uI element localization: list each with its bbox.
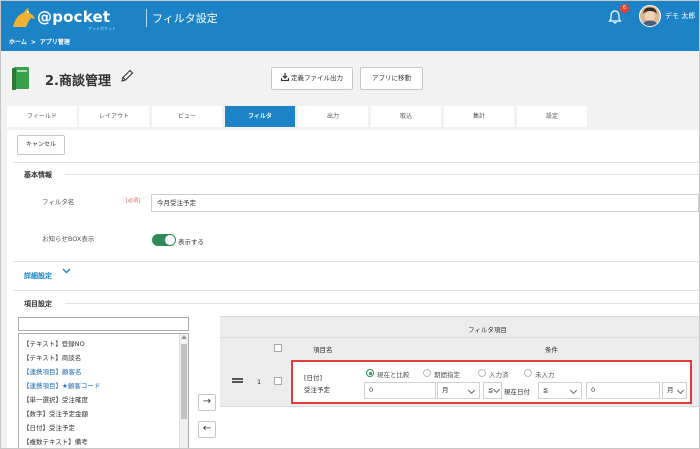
radio-period-label: 期間指定 — [434, 371, 460, 379]
operator-select-2[interactable]: ≦ — [538, 382, 582, 399]
offset-value-input[interactable]: 0 — [364, 382, 436, 399]
chevron-down-icon — [467, 386, 476, 395]
radio-compare-now[interactable] — [366, 369, 374, 377]
tab-field[interactable]: フィールド — [7, 106, 77, 127]
operator-select-1-caret[interactable] — [484, 382, 501, 399]
breadcrumb: ホーム > アプリ管理 — [9, 37, 74, 46]
unit-select-1[interactable]: 月 — [437, 382, 480, 399]
download-icon — [280, 73, 290, 82]
select-all-checkbox[interactable] — [274, 344, 282, 352]
notice-box-toggle[interactable] — [152, 234, 176, 246]
notice-box-toggle-label: 表示する — [178, 238, 204, 246]
tab-import[interactable]: 取込 — [371, 106, 441, 127]
list-item[interactable]: 【テキスト】商談名 — [23, 352, 81, 362]
logo-text: @pocket — [37, 8, 111, 26]
tab-layout[interactable]: レイアウト — [79, 106, 149, 127]
row-index: 1 — [257, 378, 262, 386]
field-type-label: [日付] — [304, 374, 323, 382]
column-item-name: 項目名 — [313, 346, 333, 354]
cancel-button[interactable]: キャンセル — [17, 135, 65, 155]
page-title: 2.商談管理 — [45, 74, 111, 89]
item-settings-heading: 項目設定 — [24, 300, 52, 308]
radio-entered-label: 入力済 — [489, 371, 509, 379]
list-item[interactable]: 【日付】受注予定 — [23, 422, 75, 432]
divider — [13, 261, 699, 262]
filter-table-title: フィルタ項目 — [468, 326, 507, 334]
arrow-right-icon: → — [202, 396, 212, 407]
toggle-knob — [165, 235, 175, 245]
list-item[interactable]: 【単一選択】受注確度 — [23, 394, 88, 404]
app-frame: @pocket アットポケット フィルタ設定 ホーム > アプリ管理 6 デモ 太郎… — [0, 0, 700, 449]
divider — [13, 290, 699, 291]
filter-table-columns: 項目名 条件 — [220, 337, 699, 359]
scroll-thumb[interactable] — [181, 344, 187, 419]
remove-item-button[interactable]: ← — [198, 421, 216, 438]
radio-entered[interactable] — [478, 369, 486, 377]
filter-table-header: フィルタ項目 — [220, 316, 699, 338]
available-items-list[interactable]: 【テキスト】登録NO 【テキスト】商談名 【連携項目】顧客名 【連携項目】★顧客… — [18, 333, 189, 448]
operator-select-2-value: ≦ — [543, 386, 549, 394]
app-header: @pocket アットポケット フィルタ設定 ホーム > アプリ管理 6 デモ 太郎 — [1, 1, 699, 51]
required-badge: [必須] — [126, 198, 140, 204]
user-name[interactable]: デモ 太郎 — [665, 11, 695, 21]
tab-filter[interactable]: フィルタ — [225, 106, 295, 127]
user-avatar[interactable] — [639, 5, 661, 27]
list-scrollbar[interactable] — [179, 334, 188, 448]
kangaroo-logo-icon — [13, 8, 35, 27]
chevron-down-icon[interactable] — [62, 267, 71, 275]
list-item[interactable]: 【数字】受注予定金額 — [23, 408, 88, 418]
list-item[interactable]: 【複数テキスト】備考 — [23, 436, 88, 446]
breadcrumb-app-admin[interactable]: アプリ管理 — [40, 39, 70, 46]
book-icon — [12, 67, 29, 90]
move-to-app-button[interactable]: アプリに移動 — [360, 67, 423, 90]
avatar-face-icon — [640, 6, 660, 26]
column-condition: 条件 — [545, 346, 558, 354]
item-search-input[interactable] — [18, 317, 189, 331]
export-definition-label: 定義ファイル出力 — [291, 74, 343, 82]
notification-badge: 6 — [620, 4, 629, 13]
divider — [13, 162, 699, 163]
advanced-settings-link[interactable]: 詳細設定 — [24, 271, 52, 281]
radio-empty[interactable] — [524, 369, 532, 377]
list-item[interactable]: 【テキスト】登録NO — [23, 338, 85, 348]
field-name-label: 受注予定 — [304, 386, 330, 394]
divider — [65, 174, 699, 175]
unit-select-1-value: 月 — [442, 386, 449, 394]
radio-empty-label: 未入力 — [535, 371, 555, 379]
export-definition-button[interactable]: 定義ファイル出力 — [271, 67, 353, 90]
header-divider — [146, 9, 147, 27]
chevron-down-icon — [492, 385, 501, 394]
drag-handle-icon[interactable] — [232, 378, 243, 383]
offset-value-input-2[interactable]: 0 — [586, 382, 660, 399]
pencil-icon[interactable] — [120, 69, 134, 83]
list-item[interactable]: 【連携項目】★顧客コード — [23, 380, 100, 390]
settings-tabs: フィールド レイアウト ビュー フィルタ 出力 取込 集計 設定 — [7, 106, 699, 127]
tab-settings[interactable]: 設定 — [517, 106, 587, 127]
notice-box-label: お知らせBOX表示 — [42, 235, 95, 243]
radio-period[interactable] — [423, 369, 431, 377]
list-item[interactable]: 【連携項目】顧客名 — [23, 366, 82, 376]
unit-select-2-value: 月 — [667, 386, 674, 394]
tab-output[interactable]: 出力 — [298, 106, 368, 127]
header-title: フィルタ設定 — [152, 12, 218, 25]
filter-name-input[interactable]: 今月受注予定 — [151, 194, 699, 212]
filter-name-label: フィルタ名 — [42, 198, 75, 206]
logo-tagline: アットポケット — [88, 26, 116, 31]
scroll-up-arrow-icon[interactable] — [181, 335, 187, 339]
row-checkbox[interactable] — [274, 377, 282, 385]
chevron-down-icon — [569, 386, 578, 395]
breadcrumb-separator: > — [30, 39, 36, 46]
current-date-label: 現在日付 — [504, 388, 530, 396]
tab-view[interactable]: ビュー — [152, 106, 222, 127]
tab-aggregate[interactable]: 集計 — [444, 106, 514, 127]
add-item-button[interactable]: → — [198, 394, 216, 411]
basic-info-heading: 基本情報 — [24, 171, 52, 179]
breadcrumb-home[interactable]: ホーム — [9, 39, 27, 46]
arrow-left-icon: ← — [202, 423, 212, 434]
unit-select-2[interactable]: 月 — [662, 382, 687, 399]
radio-compare-now-label: 現在と比較 — [377, 371, 410, 379]
chevron-down-icon — [676, 386, 685, 395]
divider — [65, 303, 699, 304]
